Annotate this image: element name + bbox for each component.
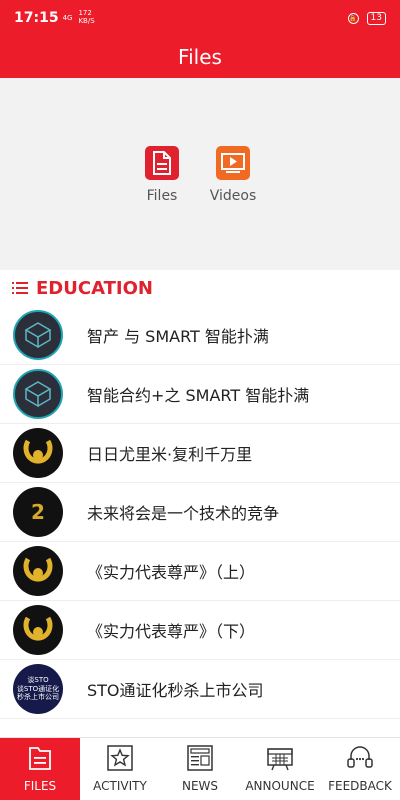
sto-thumb-line: 谈STO bbox=[27, 676, 49, 685]
list-item-title: 智能合约+之 SMART 智能扑满 bbox=[87, 386, 310, 405]
newspaper-icon bbox=[187, 745, 213, 775]
category-panel: Files Videos bbox=[0, 78, 400, 270]
network-speed: 172 KB/S bbox=[78, 9, 95, 25]
list-item-title: 《实力代表尊严》（下） bbox=[87, 622, 256, 641]
tab-label: FILES bbox=[23, 779, 57, 793]
horseshoe-thumbnail bbox=[13, 546, 63, 596]
tab-label: NEWS bbox=[181, 779, 219, 793]
list-item[interactable]: 谈STO 谈STO通证化 秒杀上市公司 STO通证化秒杀上市公司 bbox=[0, 660, 400, 719]
education-list: 智产 与 SMART 智能扑满 智能合约+之 SMART 智能扑满 日日尤里米·… bbox=[0, 306, 400, 719]
horseshoe-thumbnail bbox=[13, 605, 63, 655]
list-item[interactable]: 《实力代表尊严》（下） bbox=[0, 601, 400, 660]
file-icon bbox=[145, 146, 179, 180]
list-item-title: 未来将会是一个技术的竞争 bbox=[87, 504, 280, 523]
files-category-button[interactable]: Files bbox=[132, 146, 192, 204]
list-item[interactable]: 智能合约+之 SMART 智能扑满 bbox=[0, 365, 400, 424]
status-bar: 17:15 4G 172 KB/S 🔒 13 bbox=[0, 0, 400, 36]
list-item-title: 智产 与 SMART 智能扑满 bbox=[87, 327, 269, 346]
tab-feedback[interactable]: FEEDBACK bbox=[320, 738, 400, 800]
sto-thumbnail: 谈STO 谈STO通证化 秒杀上市公司 bbox=[13, 664, 63, 714]
bottom-navigation: FILES ACTIVITY NEWS ANNOUNCE FEEDBACK bbox=[0, 737, 400, 800]
tab-label: FEEDBACK bbox=[328, 779, 392, 793]
app-bar: Files bbox=[0, 36, 400, 78]
tab-label: ACTIVITY bbox=[93, 779, 147, 793]
video-icon bbox=[216, 146, 250, 180]
status-time: 17:15 bbox=[14, 10, 59, 26]
folder-icon bbox=[28, 745, 52, 775]
hash-logo-digit: 2 bbox=[31, 500, 45, 524]
lock-icon: 🔒 bbox=[347, 12, 359, 24]
list-item[interactable]: 2 未来将会是一个技术的竞争 bbox=[0, 483, 400, 542]
tab-files[interactable]: FILES bbox=[0, 738, 80, 800]
megaphone-icon bbox=[266, 745, 294, 775]
tab-news[interactable]: NEWS bbox=[160, 738, 240, 800]
signal-indicator: 4G bbox=[62, 13, 73, 22]
list-item[interactable]: 《实力代表尊严》（上） bbox=[0, 542, 400, 601]
page-title: Files bbox=[178, 45, 222, 69]
videos-category-label: Videos bbox=[209, 188, 257, 204]
sto-thumb-line: 秒杀上市公司 bbox=[17, 693, 59, 702]
tab-announce[interactable]: ANNOUNCE bbox=[240, 738, 320, 800]
hash-logo-thumbnail: 2 bbox=[13, 487, 63, 537]
cube-thumbnail bbox=[13, 310, 63, 360]
tab-label: ANNOUNCE bbox=[245, 779, 315, 793]
videos-category-button[interactable]: Videos bbox=[203, 146, 263, 204]
list-item[interactable]: 日日尤里米·复利千万里 bbox=[0, 424, 400, 483]
list-item-title: STO通证化秒杀上市公司 bbox=[87, 681, 264, 700]
section-title: EDUCATION bbox=[36, 277, 153, 299]
star-icon bbox=[107, 745, 133, 775]
sto-thumb-line: 谈STO通证化 bbox=[16, 684, 60, 693]
list-icon bbox=[12, 279, 28, 298]
list-item-title: 日日尤里米·复利千万里 bbox=[87, 445, 253, 464]
headset-icon bbox=[346, 745, 374, 775]
horseshoe-thumbnail bbox=[13, 428, 63, 478]
files-category-label: Files bbox=[146, 188, 178, 204]
list-item[interactable]: 智产 与 SMART 智能扑满 bbox=[0, 306, 400, 365]
section-header: EDUCATION bbox=[0, 270, 400, 306]
battery-indicator: 13 bbox=[366, 11, 386, 25]
tab-activity[interactable]: ACTIVITY bbox=[80, 738, 160, 800]
list-item-title: 《实力代表尊严》（上） bbox=[87, 563, 256, 582]
cube-thumbnail bbox=[13, 369, 63, 419]
